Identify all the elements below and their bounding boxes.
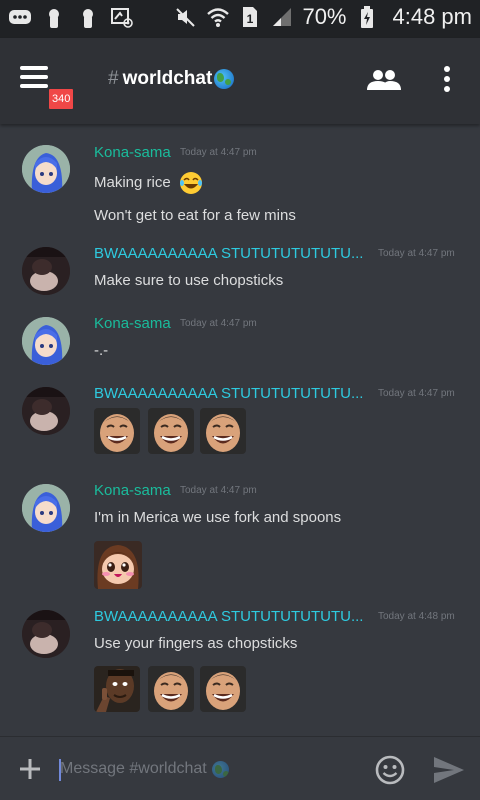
- yao-ming-emoji-icon[interactable]: [148, 666, 194, 712]
- avatar-kona-sama[interactable]: [22, 317, 70, 365]
- sim-slot-number: 1: [247, 12, 254, 26]
- message-text: Make sure to use chopsticks: [94, 272, 284, 289]
- chat-bubble-icon: [8, 6, 32, 30]
- members-button[interactable]: [366, 68, 402, 92]
- avatar-bwaaaa[interactable]: [22, 610, 70, 658]
- signal-icon: [270, 5, 294, 29]
- message-text: Won't get to eat for a few mins: [94, 207, 296, 224]
- avatar-bwaaaa[interactable]: [22, 247, 70, 295]
- message-composer: [0, 736, 480, 800]
- send-arrow-icon: [434, 757, 464, 783]
- message-author[interactable]: Kona-sama: [94, 144, 171, 161]
- yao-ming-emoji-icon[interactable]: [200, 408, 246, 454]
- hamburger-icon: [20, 66, 48, 70]
- message-text: Use your fingers as chopsticks: [94, 635, 298, 652]
- send-button[interactable]: [432, 755, 466, 785]
- message-author[interactable]: BWAAAAAAAAAA STUTUTUTUTUTU...: [94, 385, 363, 402]
- message-author[interactable]: BWAAAAAAAAAA STUTUTUTUTUTU...: [94, 245, 363, 262]
- unread-badge: 340: [47, 87, 76, 111]
- yao-ming-emoji-icon[interactable]: [148, 408, 194, 454]
- yao-ming-emoji-icon[interactable]: [200, 666, 246, 712]
- battery-icon: [355, 5, 379, 29]
- message-timestamp: Today at 4:47 pm: [180, 147, 257, 158]
- kebab-icon: [444, 66, 450, 72]
- message-text: I'm in Merica we use fork and spoons: [94, 509, 342, 526]
- status-bar: 1 70% 4:48 pm: [0, 0, 480, 38]
- channel-name: worldchat: [122, 68, 213, 89]
- message-input[interactable]: [60, 755, 350, 783]
- app-header: # worldchat: [0, 38, 480, 124]
- people-icon: [367, 70, 401, 90]
- message-timestamp: Today at 4:47 pm: [180, 485, 257, 496]
- message-timestamp: Today at 4:47 pm: [378, 388, 455, 399]
- plus-icon: [20, 759, 40, 779]
- sim-icon: 1: [238, 5, 262, 29]
- message-author[interactable]: Kona-sama: [94, 482, 171, 499]
- emoji-picker-button[interactable]: [374, 754, 406, 786]
- screen-wifi-icon: [110, 6, 134, 30]
- message-text: Making rice: [94, 171, 203, 195]
- globe-emoji-icon: [212, 761, 229, 778]
- message-timestamp: Today at 4:47 pm: [180, 318, 257, 329]
- avatar-bwaaaa[interactable]: [22, 387, 70, 435]
- clock-time: 4:48 pm: [392, 4, 473, 29]
- message-author[interactable]: Kona-sama: [94, 315, 171, 332]
- anime-blush-emoji-icon[interactable]: [94, 541, 142, 589]
- smiley-icon: [375, 755, 405, 785]
- avatar-kona-sama[interactable]: [22, 145, 70, 193]
- channel-title: # worldchat: [108, 68, 235, 90]
- message-author[interactable]: BWAAAAAAAAAA STUTUTUTUTUTU...: [94, 608, 363, 625]
- mute-icon: [174, 5, 198, 29]
- message-timestamp: Today at 4:48 pm: [378, 611, 455, 622]
- message-list[interactable]: Kona-sama Today at 4:47 pm Making rice W…: [0, 124, 480, 736]
- joy-emoji-icon: [179, 171, 203, 195]
- yao-ming-emoji-icon[interactable]: [94, 408, 140, 454]
- message-text: -.-: [94, 342, 109, 359]
- channel-hash: #: [108, 68, 119, 89]
- thinking-man-emoji-icon[interactable]: [94, 666, 140, 712]
- battery-percent: 70%: [302, 4, 347, 29]
- attach-button[interactable]: [18, 757, 42, 781]
- keyhole-icon: [42, 6, 66, 30]
- globe-emoji-icon: [214, 69, 235, 89]
- more-options-button[interactable]: [440, 66, 454, 94]
- wifi-icon: [206, 5, 230, 29]
- keyhole-icon: [76, 6, 100, 30]
- message-timestamp: Today at 4:47 pm: [378, 248, 455, 259]
- avatar-kona-sama[interactable]: [22, 484, 70, 532]
